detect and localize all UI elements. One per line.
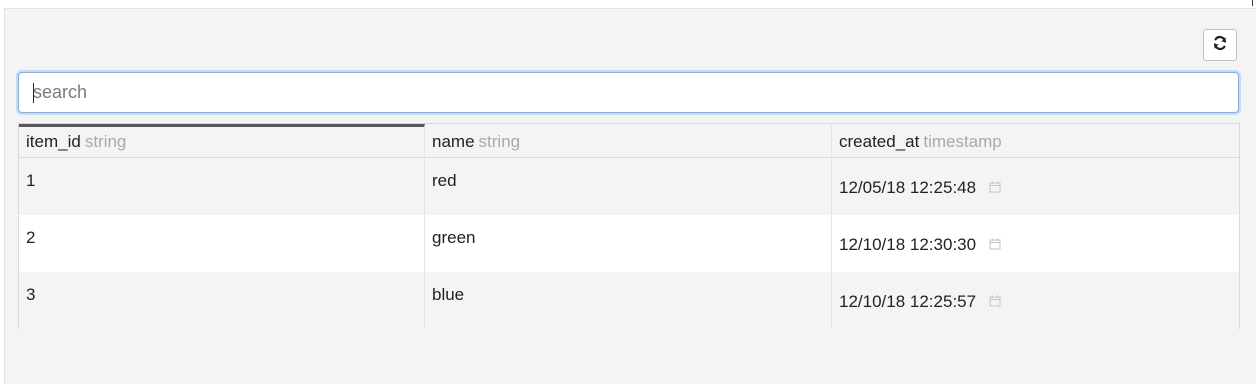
cell-created-at[interactable]: 12/10/18 12:25:57 [832, 272, 1239, 329]
cell-item-id[interactable]: 2 [19, 215, 425, 272]
cell-name[interactable]: green [425, 215, 832, 272]
text-caret [33, 83, 34, 103]
calendar-icon[interactable] [989, 235, 1001, 255]
column-type: string [84, 132, 127, 151]
timestamp-value: 12/05/18 12:25:48 [839, 178, 977, 197]
column-type: string [478, 132, 521, 151]
cell-item-id[interactable]: 1 [19, 158, 425, 215]
table-row[interactable]: 1 red 12/05/18 12:25:48 [19, 158, 1239, 215]
calendar-icon[interactable] [989, 292, 1001, 312]
cell-name[interactable]: blue [425, 272, 832, 329]
refresh-icon [1212, 35, 1228, 56]
calendar-icon[interactable] [989, 178, 1001, 198]
column-type: timestamp [923, 132, 1002, 151]
refresh-button[interactable] [1203, 29, 1237, 61]
column-name: item_id [26, 132, 81, 151]
cell-created-at[interactable]: 12/10/18 12:30:30 [832, 215, 1239, 272]
search-input[interactable] [18, 72, 1239, 113]
column-header-item-id[interactable]: item_id string [19, 124, 425, 157]
column-header-created-at[interactable]: created_at timestamp [832, 124, 1239, 157]
cell-name[interactable]: red [425, 158, 832, 215]
cell-created-at[interactable]: 12/05/18 12:25:48 [832, 158, 1239, 215]
timestamp-value: 12/10/18 12:30:30 [839, 235, 977, 254]
cell-item-id[interactable]: 3 [19, 272, 425, 329]
column-header-name[interactable]: name string [425, 124, 832, 157]
timestamp-value: 12/10/18 12:25:57 [839, 292, 977, 311]
column-name: name [432, 132, 475, 151]
table-row[interactable]: 3 blue 12/10/18 12:25:57 [19, 272, 1239, 329]
data-table: item_id string name string created_at times… [18, 123, 1240, 329]
table-header-row: item_id string name string created_at times… [19, 124, 1239, 158]
table-row[interactable]: 2 green 12/10/18 12:30:30 [19, 215, 1239, 272]
column-name: created_at [839, 132, 920, 151]
window-edge-mark [1252, 0, 1253, 6]
